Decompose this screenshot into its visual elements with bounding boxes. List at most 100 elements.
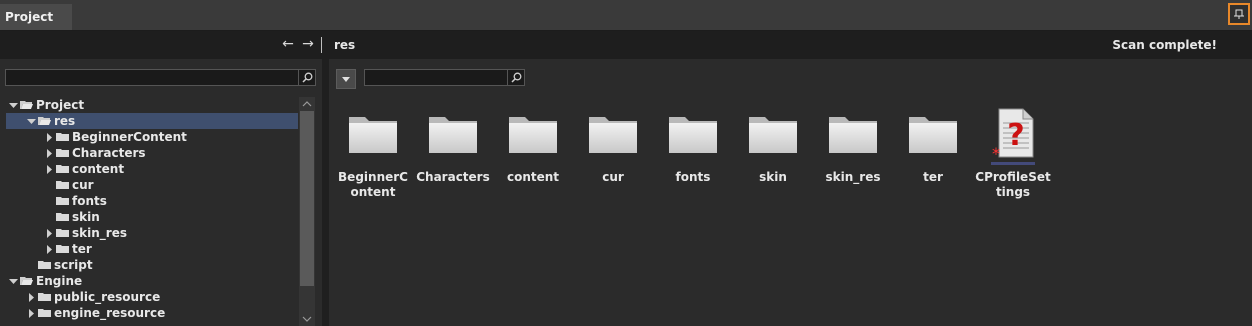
search-icon[interactable] — [298, 70, 315, 85]
file-grid-item-label: Characters — [416, 170, 490, 184]
file-grid-item-label: CProfileSettings — [975, 170, 1051, 199]
view-options-dropdown[interactable] — [336, 69, 356, 89]
file-grid-item-fonts[interactable]: fonts — [653, 105, 733, 185]
tree-item-skin-res[interactable]: skin_res — [6, 225, 298, 241]
expand-arrow-right-icon[interactable] — [26, 305, 36, 321]
current-path[interactable]: res — [334, 38, 355, 52]
file-grid-item-label: fonts — [675, 170, 711, 184]
tree-item-characters[interactable]: Characters — [6, 145, 298, 161]
tree-item-label: content — [72, 162, 125, 176]
unknown-file-icon: ? * — [985, 105, 1041, 165]
expand-arrow-right-icon[interactable] — [44, 161, 54, 177]
file-grid-item-label: BeginnerContent — [338, 170, 408, 199]
folder-icon — [56, 213, 69, 221]
expand-arrow-right-icon[interactable] — [44, 225, 54, 241]
tab-project[interactable]: Project — [0, 4, 72, 30]
expand-arrow-down-icon[interactable] — [8, 273, 18, 289]
tree-item-engine[interactable]: Engine — [6, 273, 298, 289]
search-icon[interactable] — [507, 70, 524, 85]
folder-icon — [505, 105, 561, 161]
svg-text:?: ? — [1007, 118, 1024, 153]
tree-scrollbar[interactable] — [299, 97, 315, 326]
file-grid-item-label: cur — [602, 170, 624, 184]
tree-item-public-resource[interactable]: public_resource — [6, 289, 298, 305]
chevron-down-icon — [342, 77, 350, 82]
file-grid-item-cprofilesettings[interactable]: ? * CProfileSettings — [973, 105, 1053, 200]
folder-tree-panel: Project res BeginnerContent Characters conte… — [0, 59, 322, 326]
tree-item-ter[interactable]: ter — [6, 241, 298, 257]
scroll-up-icon[interactable] — [302, 99, 312, 109]
folder-icon — [585, 105, 641, 161]
file-grid-item-cur[interactable]: cur — [573, 105, 653, 185]
expand-arrow-right-icon[interactable] — [26, 289, 36, 305]
tree-item-script[interactable]: script — [6, 257, 298, 273]
folder-icon — [56, 165, 69, 173]
tree-item-engine-resource[interactable]: engine_resource — [6, 305, 298, 321]
back-arrow-icon[interactable]: ← — [280, 36, 296, 52]
tree-search-input[interactable] — [5, 69, 316, 86]
tree-item-res[interactable]: res — [6, 113, 298, 129]
expand-arrow-right-icon[interactable] — [44, 241, 54, 257]
file-grid-item-label: skin — [759, 170, 787, 184]
file-grid-item-content[interactable]: content — [493, 105, 573, 185]
file-grid-item-label: content — [506, 170, 560, 184]
tree-item-content[interactable]: content — [6, 161, 298, 177]
tree-item-label: BeginnerContent — [72, 130, 187, 144]
folder-icon — [825, 105, 881, 161]
folder-icon — [38, 261, 51, 269]
file-search-input[interactable] — [364, 69, 525, 86]
tree-item-skin[interactable]: skin — [6, 209, 298, 225]
scrollbar-thumb[interactable] — [300, 111, 314, 286]
folder-icon — [56, 229, 69, 237]
file-grid-item-skin[interactable]: skin — [733, 105, 813, 185]
expand-arrow-down-icon[interactable] — [8, 97, 18, 113]
navigation-bar: ← → res Scan complete! — [0, 31, 1252, 59]
status-text: Scan complete! — [1112, 38, 1217, 52]
expand-arrow-right-icon[interactable] — [44, 145, 54, 161]
expand-arrow-right-icon[interactable] — [44, 129, 54, 145]
forward-arrow-icon[interactable]: → — [300, 36, 316, 52]
pin-icon[interactable] — [1228, 3, 1250, 25]
folder-icon — [56, 197, 69, 205]
tree-item-project[interactable]: Project — [6, 97, 298, 113]
tree-item-label: Engine — [36, 274, 83, 288]
file-grid-item-skin_res[interactable]: skin_res — [813, 105, 893, 185]
tree-item-label: Project — [36, 98, 85, 112]
file-grid-item-label: skin_res — [825, 170, 881, 184]
folder-icon — [38, 309, 51, 317]
folder-icon — [20, 277, 33, 285]
folder-icon — [665, 105, 721, 161]
tree-item-cur[interactable]: cur — [6, 177, 298, 193]
file-grid-item-label: ter — [923, 170, 943, 184]
tree-item-beginnercontent[interactable]: BeginnerContent — [6, 129, 298, 145]
svg-text:*: * — [992, 144, 1000, 161]
folder-icon — [20, 101, 33, 109]
tree-item-label: res — [54, 114, 76, 128]
tree-item-label: Characters — [72, 146, 146, 160]
file-grid-item-beginnercontent[interactable]: BeginnerContent — [333, 105, 413, 200]
folder-tree: Project res BeginnerContent Characters conte… — [6, 97, 298, 326]
folder-icon — [56, 149, 69, 157]
tree-item-label: skin — [72, 210, 100, 224]
tree-item-label: ter — [72, 242, 92, 256]
folder-icon — [425, 105, 481, 161]
folder-icon — [905, 105, 961, 161]
panel-splitter[interactable] — [322, 59, 329, 326]
folder-icon — [745, 105, 801, 161]
file-grid-item-ter[interactable]: ter — [893, 105, 973, 185]
expand-arrow-down-icon[interactable] — [26, 113, 36, 129]
folder-icon — [38, 293, 51, 301]
file-grid-item-characters[interactable]: Characters — [413, 105, 493, 185]
tree-item-label: fonts — [72, 194, 107, 208]
file-browser-panel: BeginnerContent Characters content cur fonts… — [329, 59, 1252, 326]
folder-icon — [345, 105, 401, 161]
folder-icon — [38, 117, 51, 125]
tree-item-label: public_resource — [54, 290, 161, 304]
path-separator — [321, 37, 322, 53]
folder-icon — [56, 181, 69, 189]
tree-item-fonts[interactable]: fonts — [6, 193, 298, 209]
tree-item-label: script — [54, 258, 93, 272]
scroll-down-icon[interactable] — [302, 314, 312, 324]
folder-icon — [56, 133, 69, 141]
tree-item-label: cur — [72, 178, 94, 192]
